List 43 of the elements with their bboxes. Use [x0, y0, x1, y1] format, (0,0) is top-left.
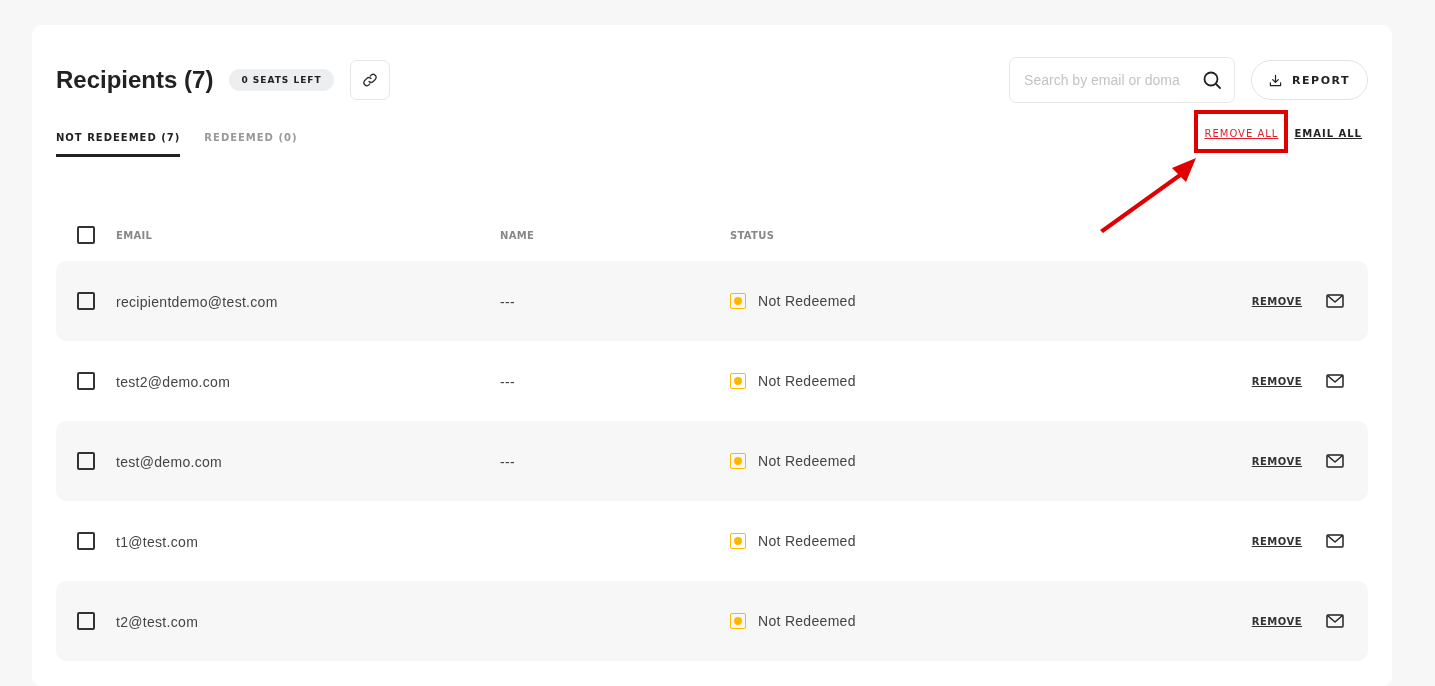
table-cell: recipientdemo@test.com: [116, 293, 278, 310]
table-cell: test@demo.com: [116, 453, 223, 470]
download-icon: [1269, 73, 1283, 87]
table-cell: ---: [500, 373, 515, 390]
table-cell: ---: [500, 453, 515, 470]
remove-link[interactable]: REMOVE: [1251, 615, 1302, 627]
mail-icon[interactable]: [1326, 534, 1344, 548]
link-icon: [361, 72, 378, 88]
status-text: Not Redeemed: [758, 373, 856, 389]
report-button[interactable]: REPORT: [1251, 60, 1368, 100]
seats-badge: 0 SEATS LEFT: [229, 69, 334, 91]
status-text: Not Redeemed: [758, 453, 856, 469]
checkbox[interactable]: [77, 372, 95, 390]
mail-icon[interactable]: [1326, 614, 1344, 628]
checkbox[interactable]: [77, 226, 95, 244]
search-icon: [1202, 70, 1223, 90]
tab[interactable]: NOT REDEEMED (7): [56, 127, 181, 157]
mail-icon[interactable]: [1326, 454, 1344, 468]
mail-icon[interactable]: [1326, 294, 1344, 308]
checkbox[interactable]: [77, 452, 95, 470]
column-header: STATUS: [730, 229, 776, 241]
mail-icon[interactable]: [1326, 374, 1344, 388]
email-all-link[interactable]: EMAIL ALL: [1294, 127, 1362, 139]
checkbox[interactable]: [77, 612, 95, 630]
column-header: NAME: [500, 229, 536, 241]
remove-link[interactable]: REMOVE: [1251, 455, 1302, 467]
copy-link-button[interactable]: [349, 60, 390, 100]
remove-link[interactable]: REMOVE: [1251, 295, 1302, 307]
remove-link[interactable]: REMOVE: [1251, 535, 1302, 547]
checkbox[interactable]: [77, 532, 95, 550]
status-text: Not Redeemed: [758, 533, 856, 549]
table-cell: test2@demo.com: [116, 373, 231, 390]
table-cell: t1@test.com: [116, 533, 199, 550]
table-cell: ---: [500, 293, 515, 310]
remove-link[interactable]: REMOVE: [1251, 375, 1302, 387]
status-text: Not Redeemed: [758, 613, 856, 629]
table-cell: t2@test.com: [116, 613, 199, 630]
remove-all-link[interactable]: REMOVE ALL: [1204, 127, 1279, 139]
search-field[interactable]: Search by email or doma: [1009, 57, 1236, 103]
column-header: EMAIL: [116, 229, 154, 241]
page-title: Recipients (7): [56, 66, 214, 94]
status-text: Not Redeemed: [758, 293, 856, 309]
checkbox[interactable]: [77, 292, 95, 310]
